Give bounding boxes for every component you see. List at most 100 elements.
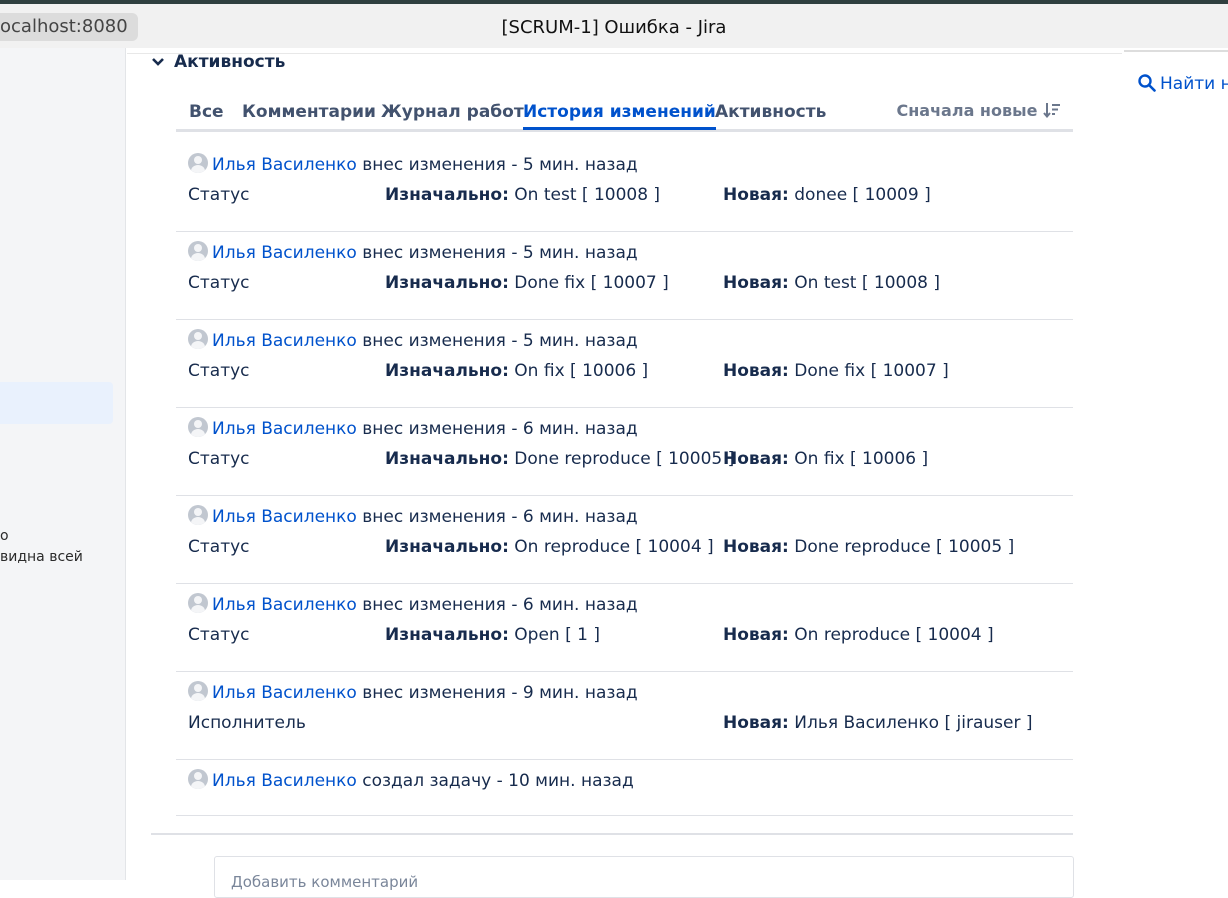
changed-field: Исполнитель [188, 713, 306, 733]
activity-section-toggle[interactable]: Активность [152, 52, 285, 72]
changed-field: Статус [188, 185, 250, 205]
original-text: On test [ 10008 ] [514, 185, 661, 205]
new-text: On reproduce [ 10004 ] [794, 625, 994, 645]
original-value: Изначально: Open [ 1 ] [385, 625, 600, 645]
new-value: Новая: On reproduce [ 10004 ] [723, 625, 994, 645]
original-label: Изначально: [385, 185, 509, 205]
add-comment-field[interactable]: Добавить комментарий [214, 856, 1074, 898]
new-text: Done reproduce [ 10005 ] [794, 537, 1015, 557]
tab-work-log[interactable]: Журнал работ [381, 102, 524, 122]
user-link[interactable]: Илья Василенко [212, 419, 357, 439]
avatar[interactable] [188, 329, 208, 349]
original-label: Изначально: [385, 273, 509, 293]
new-text: Илья Василенко [ jirauser ] [794, 713, 1033, 733]
avatar[interactable] [188, 505, 208, 525]
entry-action: внес изменения - 5 мин. назад [362, 243, 638, 263]
activity-title: Активность [174, 52, 286, 72]
activity-tabs: Все Комментарии Журнал работ История изм… [176, 99, 1073, 132]
sidebar-text: о [0, 528, 9, 544]
sidebar-text: видна всей [0, 549, 83, 565]
new-value: Новая: Done reproduce [ 10005 ] [723, 537, 1014, 557]
changed-field: Статус [188, 361, 250, 381]
tab-comments[interactable]: Комментарии [242, 102, 376, 122]
user-link[interactable]: Илья Василенко [212, 155, 357, 175]
new-label: Новая: [723, 625, 789, 645]
history-entry: Илья Василенко внес изменения - 5 мин. н… [176, 143, 1073, 232]
history-entry: Илья Василенко внес изменения - 5 мин. н… [176, 231, 1073, 320]
sort-icon [1043, 103, 1060, 119]
original-label: Изначально: [385, 361, 509, 381]
original-label: Изначально: [385, 449, 509, 469]
original-label: Изначально: [385, 537, 509, 557]
entry-header: Илья Василенко внес изменения - 5 мин. н… [188, 241, 638, 263]
history-entry: Илья Василенко внес изменения - 9 мин. н… [176, 671, 1073, 760]
original-text: On fix [ 10006 ] [514, 361, 649, 381]
find-label: Найти на [1160, 74, 1228, 94]
entry-header: Илья Василенко внес изменения - 5 мин. н… [188, 329, 638, 351]
user-link[interactable]: Илья Василенко [212, 507, 357, 527]
history-entry: Илья Василенко внес изменения - 6 мин. н… [176, 407, 1073, 496]
new-text: donee [ 10009 ] [794, 185, 931, 205]
user-link[interactable]: Илья Василенко [212, 595, 357, 615]
chevron-down-icon [152, 52, 166, 72]
changed-field: Статус [188, 449, 250, 469]
entry-header: Илья Василенко внес изменения - 6 мин. н… [188, 505, 638, 527]
search-icon [1138, 74, 1156, 92]
user-link[interactable]: Илья Василенко [212, 683, 357, 703]
entry-header: Илья Василенко внес изменения - 6 мин. н… [188, 593, 638, 615]
changed-field: Статус [188, 273, 250, 293]
entry-header: Илья Василенко внес изменения - 6 мин. н… [188, 417, 638, 439]
avatar[interactable] [188, 153, 208, 173]
new-value: Новая: donee [ 10009 ] [723, 185, 931, 205]
right-panel-divider [1124, 50, 1228, 52]
new-value: Новая: On fix [ 10006 ] [723, 449, 928, 469]
history-entry: Илья Василенко внес изменения - 5 мин. н… [176, 319, 1073, 408]
entry-header: Илья Василенко внес изменения - 5 мин. н… [188, 153, 638, 175]
user-link[interactable]: Илья Василенко [212, 331, 357, 351]
changed-field: Статус [188, 625, 250, 645]
user-link[interactable]: Илья Василенко [212, 243, 357, 263]
sort-order-button[interactable]: Сначала новые [896, 101, 1061, 120]
new-text: On fix [ 10006 ] [794, 449, 929, 469]
new-value: Новая: On test [ 10008 ] [723, 273, 940, 293]
new-label: Новая: [723, 185, 789, 205]
original-label: Изначально: [385, 625, 509, 645]
new-label: Новая: [723, 273, 789, 293]
avatar[interactable] [188, 417, 208, 437]
avatar[interactable] [188, 681, 208, 701]
history-entry: Илья Василенко внес изменения - 6 мин. н… [176, 495, 1073, 584]
original-value: Изначально: On test [ 10008 ] [385, 185, 660, 205]
history-entry: Илья Василенко создал задачу - 10 мин. н… [176, 759, 1073, 816]
avatar[interactable] [188, 241, 208, 261]
entry-action: внес изменения - 9 мин. назад [362, 683, 638, 703]
entry-action: внес изменения - 6 мин. назад [362, 507, 638, 527]
original-value: Изначально: On reproduce [ 10004 ] [385, 537, 714, 557]
tab-all[interactable]: Все [189, 102, 224, 122]
new-label: Новая: [723, 449, 789, 469]
find-button[interactable]: Найти на [1138, 74, 1228, 94]
changed-field: Статус [188, 537, 250, 557]
new-label: Новая: [723, 361, 789, 381]
original-value: Изначально: Done fix [ 10007 ] [385, 273, 669, 293]
user-link[interactable]: Илья Василенко [212, 771, 357, 791]
original-text: Done reproduce [ 10005 ] [514, 449, 735, 469]
new-label: Новая: [723, 537, 789, 557]
sidebar-active-item[interactable] [0, 382, 113, 424]
new-text: Done fix [ 10007 ] [794, 361, 949, 381]
new-value: Новая: Done fix [ 10007 ] [723, 361, 949, 381]
avatar[interactable] [188, 769, 208, 789]
avatar[interactable] [188, 593, 208, 613]
entry-header: Илья Василенко внес изменения - 9 мин. н… [188, 681, 638, 703]
tab-activity[interactable]: Активность [715, 102, 826, 122]
tab-history[interactable]: История изменений [523, 102, 716, 130]
original-text: Done fix [ 10007 ] [514, 273, 669, 293]
original-text: On reproduce [ 10004 ] [514, 537, 714, 557]
new-label: Новая: [723, 713, 789, 733]
section-divider [151, 833, 1073, 835]
browser-titlebar: ocalhost:8080 [SCRUM-1] Ошибка - Jira [0, 4, 1228, 48]
original-value: Изначально: On fix [ 10006 ] [385, 361, 648, 381]
original-value: Изначально: Done reproduce [ 10005 ] [385, 449, 734, 469]
sort-label: Сначала новые [896, 101, 1038, 120]
entry-action: внес изменения - 6 мин. назад [362, 595, 638, 615]
original-text: Open [ 1 ] [514, 625, 600, 645]
